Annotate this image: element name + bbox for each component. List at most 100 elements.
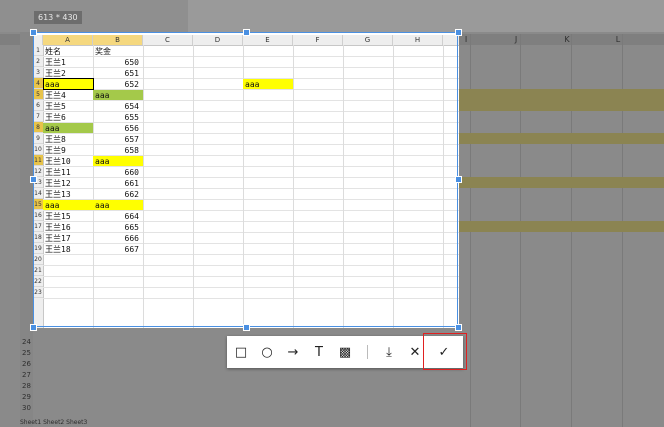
cell-a[interactable]: 王兰6	[45, 112, 66, 123]
cell-b[interactable]: 662	[95, 189, 139, 200]
row-header[interactable]: 23	[33, 287, 43, 298]
resize-handle-bottom[interactable]	[243, 324, 250, 331]
cell-a[interactable]: aaa	[45, 79, 59, 90]
mosaic-icon[interactable]: ▩	[333, 336, 357, 368]
resize-handle-left[interactable]	[30, 176, 37, 183]
cell-a[interactable]: 王兰8	[45, 134, 66, 145]
cell-a[interactable]: 王兰17	[45, 233, 71, 244]
row-header[interactable]: 16	[33, 210, 43, 221]
column-header-e[interactable]: E	[243, 35, 293, 45]
cell-a[interactable]: 姓名	[45, 46, 61, 57]
grid-line	[193, 45, 194, 328]
cell-b[interactable]: 651	[95, 68, 139, 79]
resize-handle-right[interactable]	[455, 176, 462, 183]
cell-b[interactable]: 667	[95, 244, 139, 255]
ellipse-icon[interactable]: ○	[255, 336, 279, 368]
grid-line	[43, 287, 459, 288]
cell-b[interactable]: 652	[95, 79, 139, 90]
row-header[interactable]: 4	[33, 78, 43, 89]
text-icon[interactable]: T	[307, 336, 331, 368]
row-header[interactable]: 9	[33, 133, 43, 144]
cell-b[interactable]: 654	[95, 101, 139, 112]
grid-line	[343, 45, 344, 328]
column-header-h[interactable]: H	[393, 35, 443, 45]
column-header-d[interactable]: D	[193, 35, 243, 45]
cell-a[interactable]: 王兰15	[45, 211, 71, 222]
column-header-a[interactable]: A	[43, 35, 93, 45]
cell-b[interactable]: 658	[95, 145, 139, 156]
row-header[interactable]: 2	[33, 56, 43, 67]
screenshot-selection-region[interactable]: A B C D E F G H 1 2 3 4 5 6 7 8 9 10 11 12 13 14 15 16 1…	[33, 32, 459, 328]
column-header-b[interactable]: B	[93, 35, 143, 45]
resize-handle-top[interactable]	[243, 29, 250, 36]
cell-a[interactable]: 王兰13	[45, 189, 71, 200]
row-header[interactable]: 21	[33, 265, 43, 276]
cell-b[interactable]: aaa	[95, 200, 109, 211]
cell-b[interactable]: 664	[95, 211, 139, 222]
dim-column-l: L	[615, 35, 621, 44]
confirm-button-highlight	[423, 333, 467, 370]
resize-handle-bottom-left[interactable]	[30, 324, 37, 331]
cell-b[interactable]: 656	[95, 123, 139, 134]
row-header[interactable]: 17	[33, 221, 43, 232]
cell-a[interactable]: 王兰12	[45, 178, 71, 189]
row-header[interactable]: 5	[33, 89, 43, 100]
dim-column-j: J	[514, 35, 518, 44]
cell-b[interactable]: 657	[95, 134, 139, 145]
row-header[interactable]: 1	[33, 45, 43, 56]
cell-a[interactable]: 王兰5	[45, 101, 66, 112]
column-header-c[interactable]: C	[143, 35, 193, 45]
cell-a[interactable]: 王兰1	[45, 57, 66, 68]
cell-b[interactable]: 665	[95, 222, 139, 233]
cell-b[interactable]: 660	[95, 167, 139, 178]
cell-e4[interactable]: aaa	[245, 79, 259, 90]
cell-a[interactable]: 王兰4	[45, 90, 66, 101]
cell-b1[interactable]: 奖金	[95, 46, 111, 57]
dim-highlight-row	[459, 221, 664, 232]
cell-a[interactable]: 王兰16	[45, 222, 71, 233]
grid-line	[43, 276, 459, 277]
resize-handle-top-left[interactable]	[30, 29, 37, 36]
grid-line	[43, 298, 459, 299]
column-header-f[interactable]: F	[293, 35, 343, 45]
row-header[interactable]: 11	[33, 155, 43, 166]
row-header[interactable]: 3	[33, 67, 43, 78]
dim-column-k: K	[564, 35, 570, 44]
resize-handle-bottom-right[interactable]	[455, 324, 462, 331]
cell-b[interactable]: aaa	[95, 156, 109, 167]
cell-b[interactable]: 666	[95, 233, 139, 244]
sheet-tabs[interactable]: Sheet1 Sheet2 Sheet3	[20, 419, 220, 427]
row-header[interactable]: 6	[33, 100, 43, 111]
cell-a[interactable]: 王兰9	[45, 145, 66, 156]
cell-a[interactable]: aaa	[45, 200, 59, 211]
row-header[interactable]: 20	[33, 254, 43, 265]
row-header[interactable]: 7	[33, 111, 43, 122]
cell-a[interactable]: aaa	[45, 123, 59, 134]
cell-b[interactable]: 661	[95, 178, 139, 189]
row-header[interactable]: 14	[33, 188, 43, 199]
cell-a[interactable]: 王兰2	[45, 68, 66, 79]
save-icon[interactable]: ⤓	[377, 336, 401, 368]
cell-b[interactable]: 650	[95, 57, 139, 68]
corner-select-all[interactable]	[33, 35, 43, 45]
cell-b[interactable]: aaa	[95, 90, 109, 101]
row-header[interactable]: 15	[33, 199, 43, 210]
row-header[interactable]: 8	[33, 122, 43, 133]
row-header[interactable]: 22	[33, 276, 43, 287]
dim-row-label: 30	[22, 404, 31, 412]
rectangle-icon[interactable]: □	[229, 336, 253, 368]
column-header-g[interactable]: G	[343, 35, 393, 45]
capture-size-label: 613 * 430	[34, 11, 82, 24]
grid-line	[393, 45, 394, 328]
row-header[interactable]: 10	[33, 144, 43, 155]
row-header[interactable]: 19	[33, 243, 43, 254]
resize-handle-top-right[interactable]	[455, 29, 462, 36]
dim-highlight-row	[459, 177, 664, 188]
column-header-row: A B C D E F G H	[33, 35, 459, 46]
arrow-icon[interactable]: →	[281, 336, 305, 368]
cell-b[interactable]: 655	[95, 112, 139, 123]
cell-a[interactable]: 王兰10	[45, 156, 71, 167]
cell-a[interactable]: 王兰11	[45, 167, 71, 178]
cell-a[interactable]: 王兰18	[45, 244, 71, 255]
row-header[interactable]: 18	[33, 232, 43, 243]
